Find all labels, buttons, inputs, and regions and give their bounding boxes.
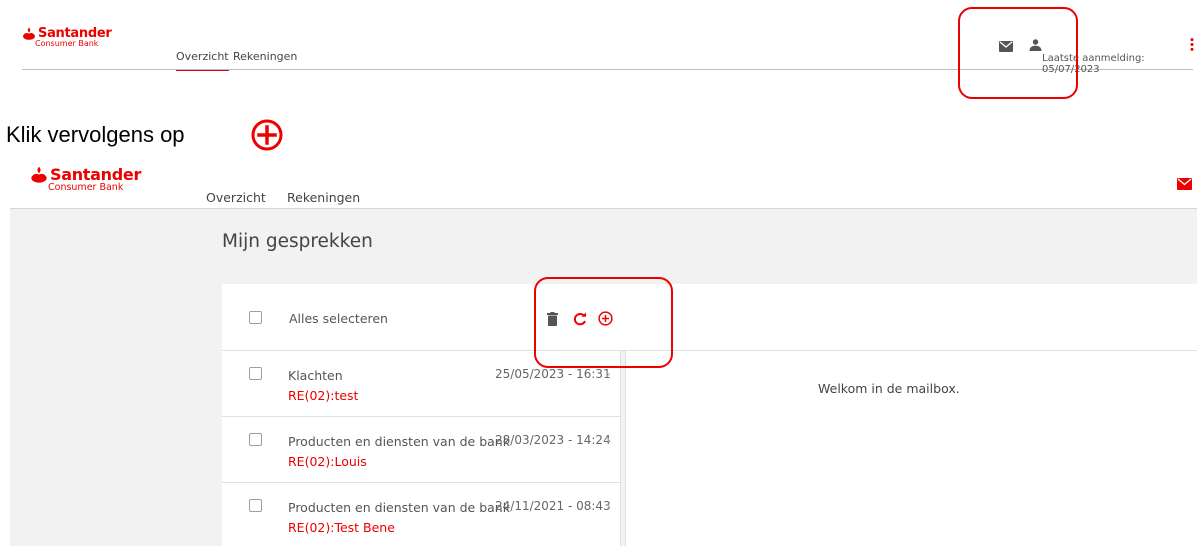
highlight-box-header-icons xyxy=(958,7,1078,99)
list-divider xyxy=(620,351,626,546)
flame-logo-icon xyxy=(23,27,35,40)
conversation-date: 24/11/2021 - 08:43 xyxy=(495,499,611,513)
nav-rekeningen[interactable]: Rekeningen xyxy=(233,50,297,63)
chevron-right-icon: › xyxy=(606,367,611,381)
nav-overzicht-2[interactable]: Overzicht xyxy=(206,190,266,205)
conversation-subject: RE(02):test xyxy=(288,388,359,403)
nav-overzicht[interactable]: Overzicht xyxy=(176,50,229,71)
select-all-checkbox[interactable] xyxy=(249,311,262,324)
brand-subtitle: Consumer Bank xyxy=(35,39,99,48)
conversation-row[interactable]: Producten en diensten van de bank 28/03/… xyxy=(222,417,620,483)
row-checkbox[interactable] xyxy=(249,367,262,380)
conversation-title: Klachten xyxy=(288,368,343,383)
chevron-right-icon: › xyxy=(606,433,611,447)
add-circle-icon xyxy=(251,119,283,151)
more-vertical-icon[interactable] xyxy=(1190,38,1194,51)
mailbox-toolbar: Alles selecteren xyxy=(222,284,1197,351)
flame-logo-icon xyxy=(31,166,47,183)
mailbox-screenshot: Santander Consumer Bank Overzicht Rekeni… xyxy=(0,160,1197,546)
chevron-right-icon: › xyxy=(606,499,611,513)
conversation-title: Producten en diensten van de bank xyxy=(288,500,510,515)
conversation-title: Producten en diensten van de bank xyxy=(288,434,510,449)
welcome-text: Welkom in de mailbox. xyxy=(818,381,960,396)
brand-name-2: Santander xyxy=(50,164,142,184)
mailbox-card: Alles selecteren Welkom in de mailbox. K… xyxy=(222,284,1197,546)
top-header: Santander Consumer Bank Overzicht Rekeni… xyxy=(0,0,1197,99)
conversation-date: 28/03/2023 - 14:24 xyxy=(495,433,611,447)
conversation-subject: RE(02):Test Bene xyxy=(288,520,395,535)
conversation-date: 25/05/2023 - 16:31 xyxy=(495,367,611,381)
row-checkbox[interactable] xyxy=(249,433,262,446)
conversation-subject: RE(02):Louis xyxy=(288,454,367,469)
brand-subtitle-2: Consumer Bank xyxy=(48,182,124,193)
select-all-label: Alles selecteren xyxy=(289,311,388,326)
page-title: Mijn gesprekken xyxy=(222,231,373,252)
highlight-box-toolbar-icons xyxy=(534,277,673,368)
instruction-text: Klik vervolgens op xyxy=(6,122,185,147)
row-checkbox[interactable] xyxy=(249,499,262,512)
mail-icon[interactable] xyxy=(1177,178,1192,190)
conversation-row[interactable]: Producten en diensten van de bank 24/11/… xyxy=(222,483,620,546)
santander-logo-2[interactable]: Santander Consumer Bank xyxy=(30,166,141,193)
nav-rekeningen-2[interactable]: Rekeningen xyxy=(287,190,360,205)
santander-logo[interactable]: Santander Consumer Bank xyxy=(22,27,112,48)
